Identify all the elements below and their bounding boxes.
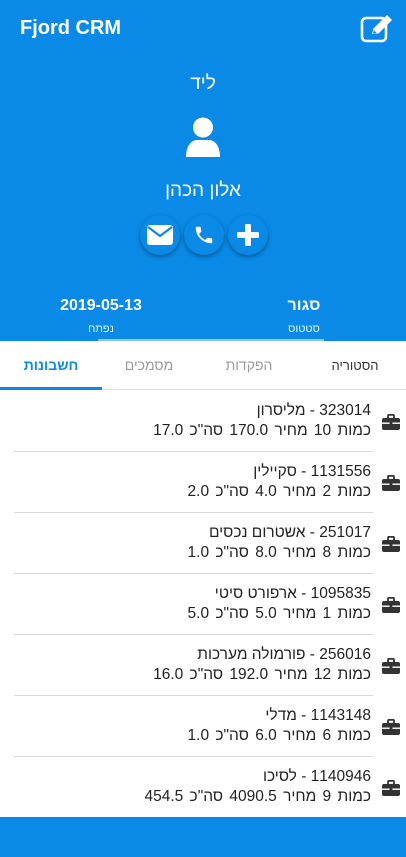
tab-accounts[interactable]: חשבונות — [0, 341, 102, 390]
list-item[interactable]: 1140946 - לסיכו כמות 9 מחיר 4090.5 סה"כ … — [14, 757, 400, 818]
account-detail: כמות 1 מחיר 5.0 סה"כ 5.0 — [187, 605, 371, 622]
account-detail: כמות 2 מחיר 4.0 סה"כ 2.0 — [187, 483, 371, 500]
tab-bar: הסטוריה הפקדות מסמכים חשבונות — [0, 341, 406, 390]
call-button[interactable] — [184, 215, 224, 255]
contact-actions — [140, 215, 268, 255]
edit-icon — [360, 14, 392, 42]
account-detail: כמות 8 מחיר 8.0 סה"כ 1.0 — [187, 544, 371, 561]
briefcase-icon — [382, 536, 400, 552]
tab-documents[interactable]: מסמכים — [98, 341, 200, 390]
list-item[interactable]: 323014 - מליסרון כמות 10 מחיר 170.0 סה"כ… — [14, 391, 400, 452]
account-detail: כמות 10 מחיר 170.0 סה"כ 17.0 — [153, 422, 371, 439]
accounts-list: 323014 - מליסרון כמות 10 מחיר 170.0 סה"כ… — [0, 391, 406, 818]
contact-header: ליד אלון הכהן 2019-05-13 נפתח סגור סטטוס — [0, 57, 406, 341]
list-item[interactable]: 1143148 - מדלי כמות 6 מחיר 6.0 סה"כ 1.0 — [14, 696, 400, 757]
add-button[interactable] — [228, 215, 268, 255]
account-title: 256016 - פורמולה מערכות — [197, 646, 371, 663]
account-title: 1131556 - סקיילין — [253, 463, 371, 480]
tab-history[interactable]: הסטוריה — [300, 341, 406, 390]
contact-name: אלון הכהן — [165, 180, 241, 201]
list-item[interactable]: 1131556 - סקיילין כמות 2 מחיר 4.0 סה"כ 2… — [14, 452, 400, 513]
envelope-icon — [147, 225, 173, 245]
account-title: 1140946 - לסיכו — [262, 768, 371, 785]
briefcase-icon — [382, 414, 400, 430]
account-title: 251017 - אשטרום נכסים — [208, 524, 371, 541]
account-detail: כמות 6 מחיר 6.0 סה"כ 1.0 — [187, 727, 371, 744]
status-value: סגור — [287, 297, 321, 314]
app-bar: Fjord CRM — [0, 0, 406, 57]
briefcase-icon — [382, 719, 400, 735]
edit-button[interactable] — [360, 12, 394, 46]
account-detail: כמות 9 מחיר 4090.5 סה"כ 454.5 — [144, 788, 371, 805]
opened-date-value: 2019-05-13 — [60, 297, 142, 314]
briefcase-icon — [382, 658, 400, 674]
list-item[interactable]: 251017 - אשטרום נכסים כמות 8 מחיר 8.0 סה… — [14, 513, 400, 574]
user-icon — [186, 117, 220, 157]
record-type-label: ליד — [190, 73, 216, 94]
phone-icon — [195, 226, 213, 244]
list-item[interactable]: 1095835 - ארפורט סיטי כמות 1 מחיר 5.0 סה… — [14, 574, 400, 635]
account-title: 323014 - מליסרון — [256, 402, 371, 419]
status-label: סטטוס — [288, 323, 320, 335]
opened-date: 2019-05-13 נפתח — [50, 297, 152, 335]
app-title: Fjord CRM — [20, 17, 122, 39]
account-detail: כמות 12 מחיר 192.0 סה"כ 16.0 — [153, 666, 371, 683]
briefcase-icon — [382, 780, 400, 796]
bottom-bar — [0, 817, 406, 857]
tab-orders[interactable]: הפקדות — [198, 341, 300, 390]
account-title: 1095835 - ארפורט סיטי — [214, 585, 371, 602]
briefcase-icon — [382, 597, 400, 613]
briefcase-icon — [382, 475, 400, 491]
account-title: 1143148 - מדלי — [265, 707, 371, 724]
active-tab-indicator — [0, 387, 102, 390]
status-field: סגור סטטוס — [268, 297, 340, 335]
plus-icon — [237, 224, 259, 246]
list-item[interactable]: 256016 - פורמולה מערכות כמות 12 מחיר 192… — [14, 635, 400, 696]
email-button[interactable] — [140, 215, 180, 255]
opened-date-label: נפתח — [88, 323, 114, 335]
